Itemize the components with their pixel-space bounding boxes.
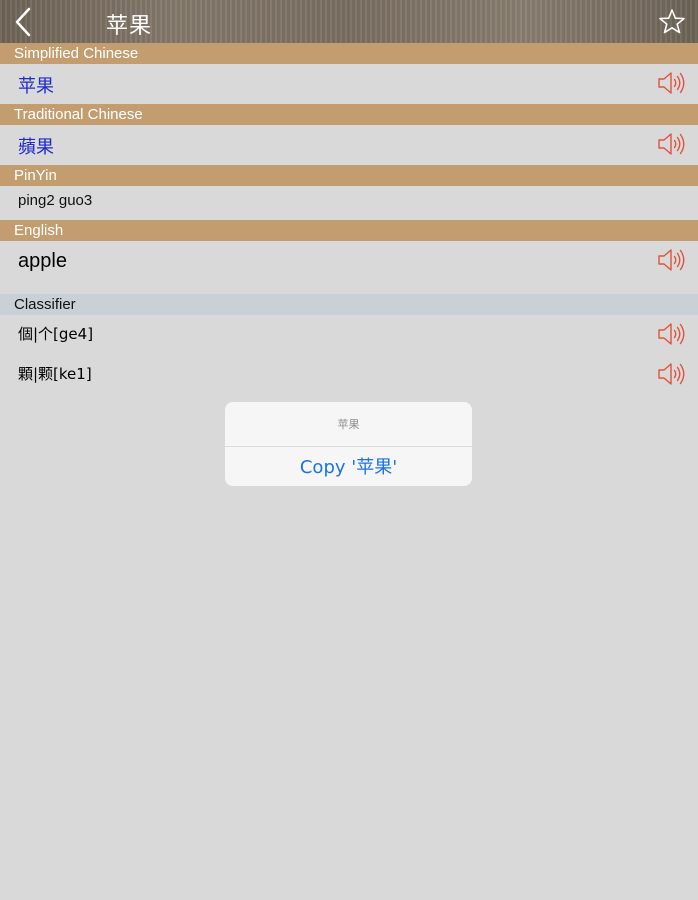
section-header-pinyin: PinYin [0, 165, 698, 186]
speaker-icon [658, 133, 685, 155]
copy-button[interactable]: Copy '苹果' [225, 447, 472, 486]
copy-popup: 苹果 Copy '苹果' [225, 402, 472, 486]
back-button[interactable] [10, 6, 40, 38]
speaker-icon [658, 249, 685, 271]
play-simplified-button[interactable] [656, 69, 686, 97]
simplified-chinese-value[interactable]: 苹果 [18, 72, 54, 98]
section-header-simplified: Simplified Chinese [0, 43, 698, 64]
pinyin-value[interactable]: ping2 guo3 [18, 192, 92, 209]
star-outline-icon [659, 9, 685, 34]
section-header-traditional: Traditional Chinese [0, 104, 698, 125]
navigation-bar: 苹果 [0, 0, 698, 43]
play-classifier-1-button[interactable] [656, 320, 686, 348]
wood-texture [0, 0, 698, 43]
traditional-chinese-value[interactable]: 蘋果 [18, 133, 54, 159]
section-header-english: English [0, 220, 698, 241]
play-classifier-2-button[interactable] [656, 360, 686, 388]
speaker-icon [658, 72, 685, 94]
play-traditional-button[interactable] [656, 130, 686, 158]
english-value[interactable]: apple [18, 250, 67, 273]
speaker-icon [658, 363, 685, 385]
speaker-icon [658, 323, 685, 345]
popup-title: 苹果 [337, 418, 360, 431]
section-header-classifier: Classifier [0, 294, 698, 315]
classifier-item[interactable]: 顆|颗[ke1] [18, 363, 92, 384]
classifier-item[interactable]: 個|个[ge4] [18, 323, 93, 344]
chevron-left-icon [15, 7, 31, 37]
page-title: 苹果 [106, 14, 153, 39]
favorite-button[interactable] [658, 8, 686, 36]
play-english-button[interactable] [656, 246, 686, 274]
